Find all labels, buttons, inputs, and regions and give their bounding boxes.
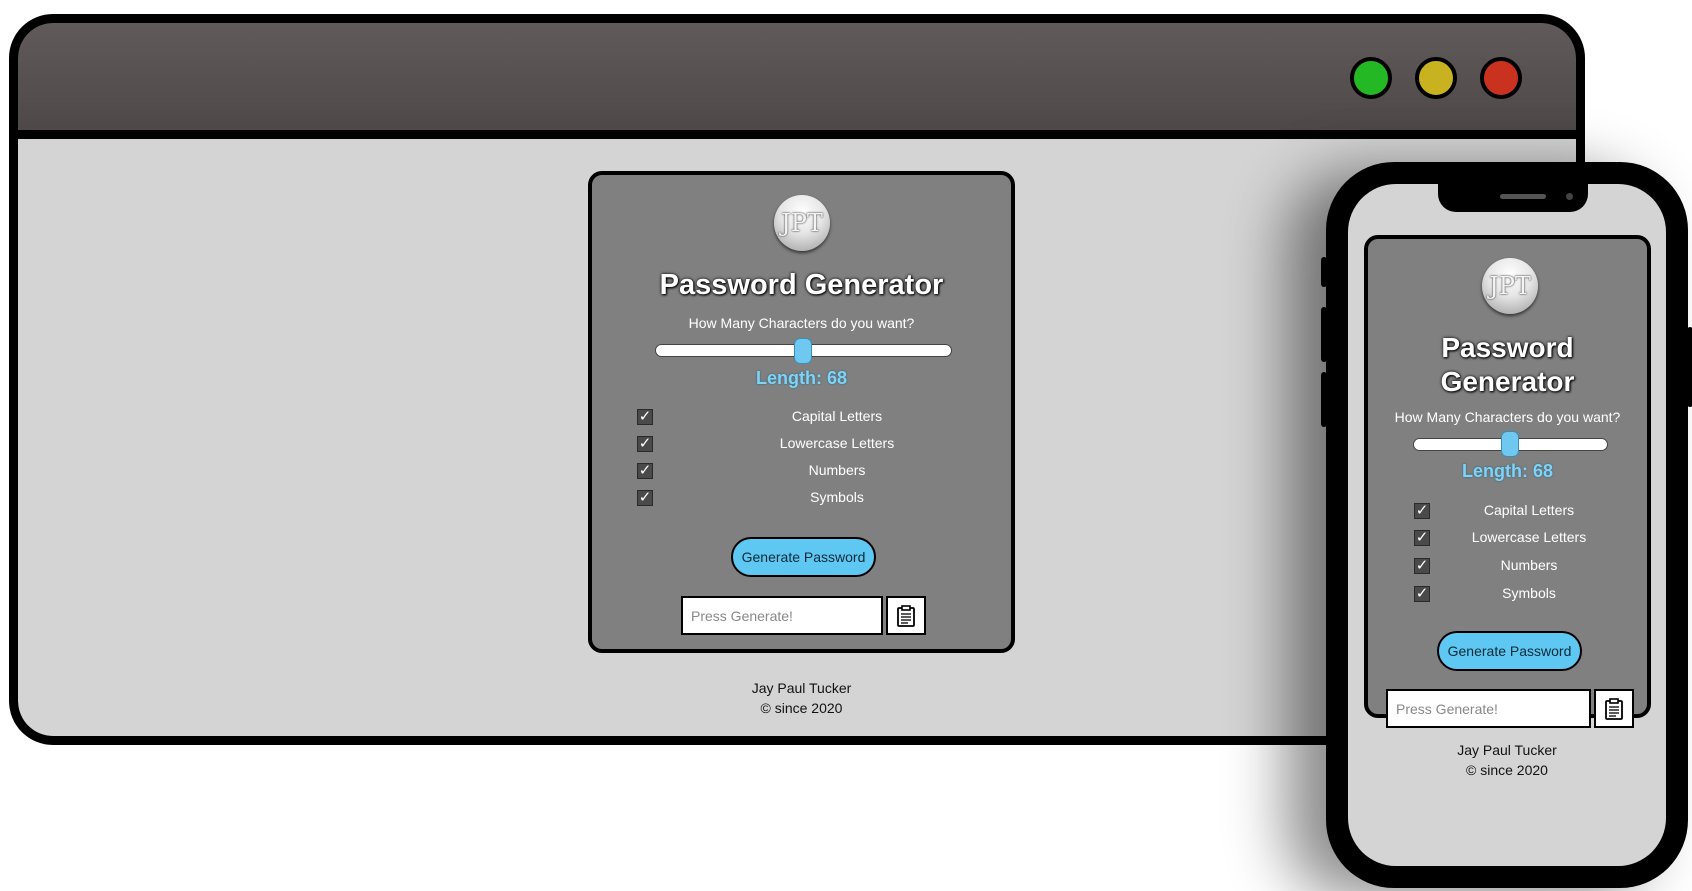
length-question: How Many Characters do you want? — [1394, 409, 1621, 425]
generate-password-button[interactable]: Generate Password — [1437, 631, 1582, 671]
length-slider-thumb[interactable] — [794, 338, 812, 364]
footer-author: Jay Paul Tucker — [1457, 742, 1557, 758]
footer-copyright: © since 2020 — [1466, 762, 1548, 778]
option-symbols[interactable]: ✓ Symbols — [1414, 585, 1624, 607]
clipboard-icon — [897, 604, 915, 627]
option-capital-letters[interactable]: ✓ Capital Letters — [637, 408, 977, 430]
option-label: Lowercase Letters — [1471, 529, 1587, 545]
option-numbers[interactable]: ✓ Numbers — [637, 462, 977, 484]
password-generator-card: JPT Password Generator How Many Characte… — [588, 171, 1015, 653]
browser-title-bar — [18, 23, 1576, 130]
option-label: Lowercase Letters — [779, 435, 895, 451]
window-maximize-button[interactable] — [1350, 57, 1392, 99]
page-title: Password Generator — [1368, 331, 1647, 399]
title-line-2: Generator — [1440, 366, 1575, 397]
phone-notch — [1438, 184, 1588, 212]
phone-side-button — [1321, 257, 1327, 287]
check-icon[interactable]: ✓ — [637, 463, 653, 479]
copy-to-clipboard-button[interactable] — [1594, 689, 1634, 728]
footer-copyright: © since 2020 — [760, 700, 843, 716]
clipboard-icon — [1605, 697, 1623, 720]
option-capital-letters[interactable]: ✓ Capital Letters — [1414, 502, 1624, 524]
check-icon[interactable]: ✓ — [1414, 530, 1430, 546]
jpt-logo: JPT — [774, 195, 830, 251]
page-footer: Jay Paul Tucker © since 2020 — [588, 678, 1015, 718]
option-numbers[interactable]: ✓ Numbers — [1414, 557, 1624, 579]
check-icon[interactable]: ✓ — [637, 409, 653, 425]
option-lowercase-letters[interactable]: ✓ Lowercase Letters — [637, 435, 977, 457]
length-readout: Length: 68 — [1461, 461, 1553, 481]
page-title: Password Generator — [659, 269, 944, 301]
option-label: Numbers — [1500, 557, 1558, 573]
option-symbols[interactable]: ✓ Symbols — [637, 489, 977, 511]
check-icon[interactable]: ✓ — [1414, 558, 1430, 574]
generate-password-button[interactable]: Generate Password — [731, 537, 876, 577]
window-minimize-button[interactable] — [1415, 57, 1457, 99]
phone-mockup: JPT Password Generator How Many Characte… — [1321, 162, 1692, 888]
footer-author: Jay Paul Tucker — [751, 680, 852, 696]
option-label: Capital Letters — [1483, 502, 1575, 518]
front-camera — [1566, 193, 1573, 200]
password-generator-card: JPT Password Generator How Many Characte… — [1364, 235, 1651, 728]
window-close-button[interactable] — [1480, 57, 1522, 99]
check-icon[interactable]: ✓ — [637, 490, 653, 506]
speaker-grille — [1500, 194, 1546, 199]
jpt-logo: JPT — [1482, 258, 1538, 314]
option-label: Symbols — [1502, 585, 1556, 601]
check-icon[interactable]: ✓ — [1414, 586, 1430, 602]
option-label: Symbols — [810, 489, 864, 505]
option-lowercase-letters[interactable]: ✓ Lowercase Letters — [1414, 529, 1624, 551]
check-icon[interactable]: ✓ — [1414, 503, 1430, 519]
password-output-field[interactable] — [1386, 689, 1591, 728]
length-readout: Length: 68 — [755, 368, 847, 388]
password-output-field[interactable] — [681, 596, 883, 635]
check-icon[interactable]: ✓ — [637, 436, 653, 452]
copy-to-clipboard-button[interactable] — [886, 596, 926, 635]
phone-screen: JPT Password Generator How Many Characte… — [1348, 184, 1666, 866]
phone-side-button — [1321, 372, 1327, 427]
phone-side-button — [1321, 307, 1327, 362]
length-question: How Many Characters do you want? — [688, 315, 915, 331]
title-line-1: Password — [1441, 332, 1574, 363]
length-slider-thumb[interactable] — [1501, 431, 1519, 457]
option-label: Capital Letters — [791, 408, 883, 424]
page-footer: Jay Paul Tucker © since 2020 — [1348, 740, 1666, 780]
option-label: Numbers — [808, 462, 866, 478]
phone-side-button — [1687, 327, 1692, 407]
